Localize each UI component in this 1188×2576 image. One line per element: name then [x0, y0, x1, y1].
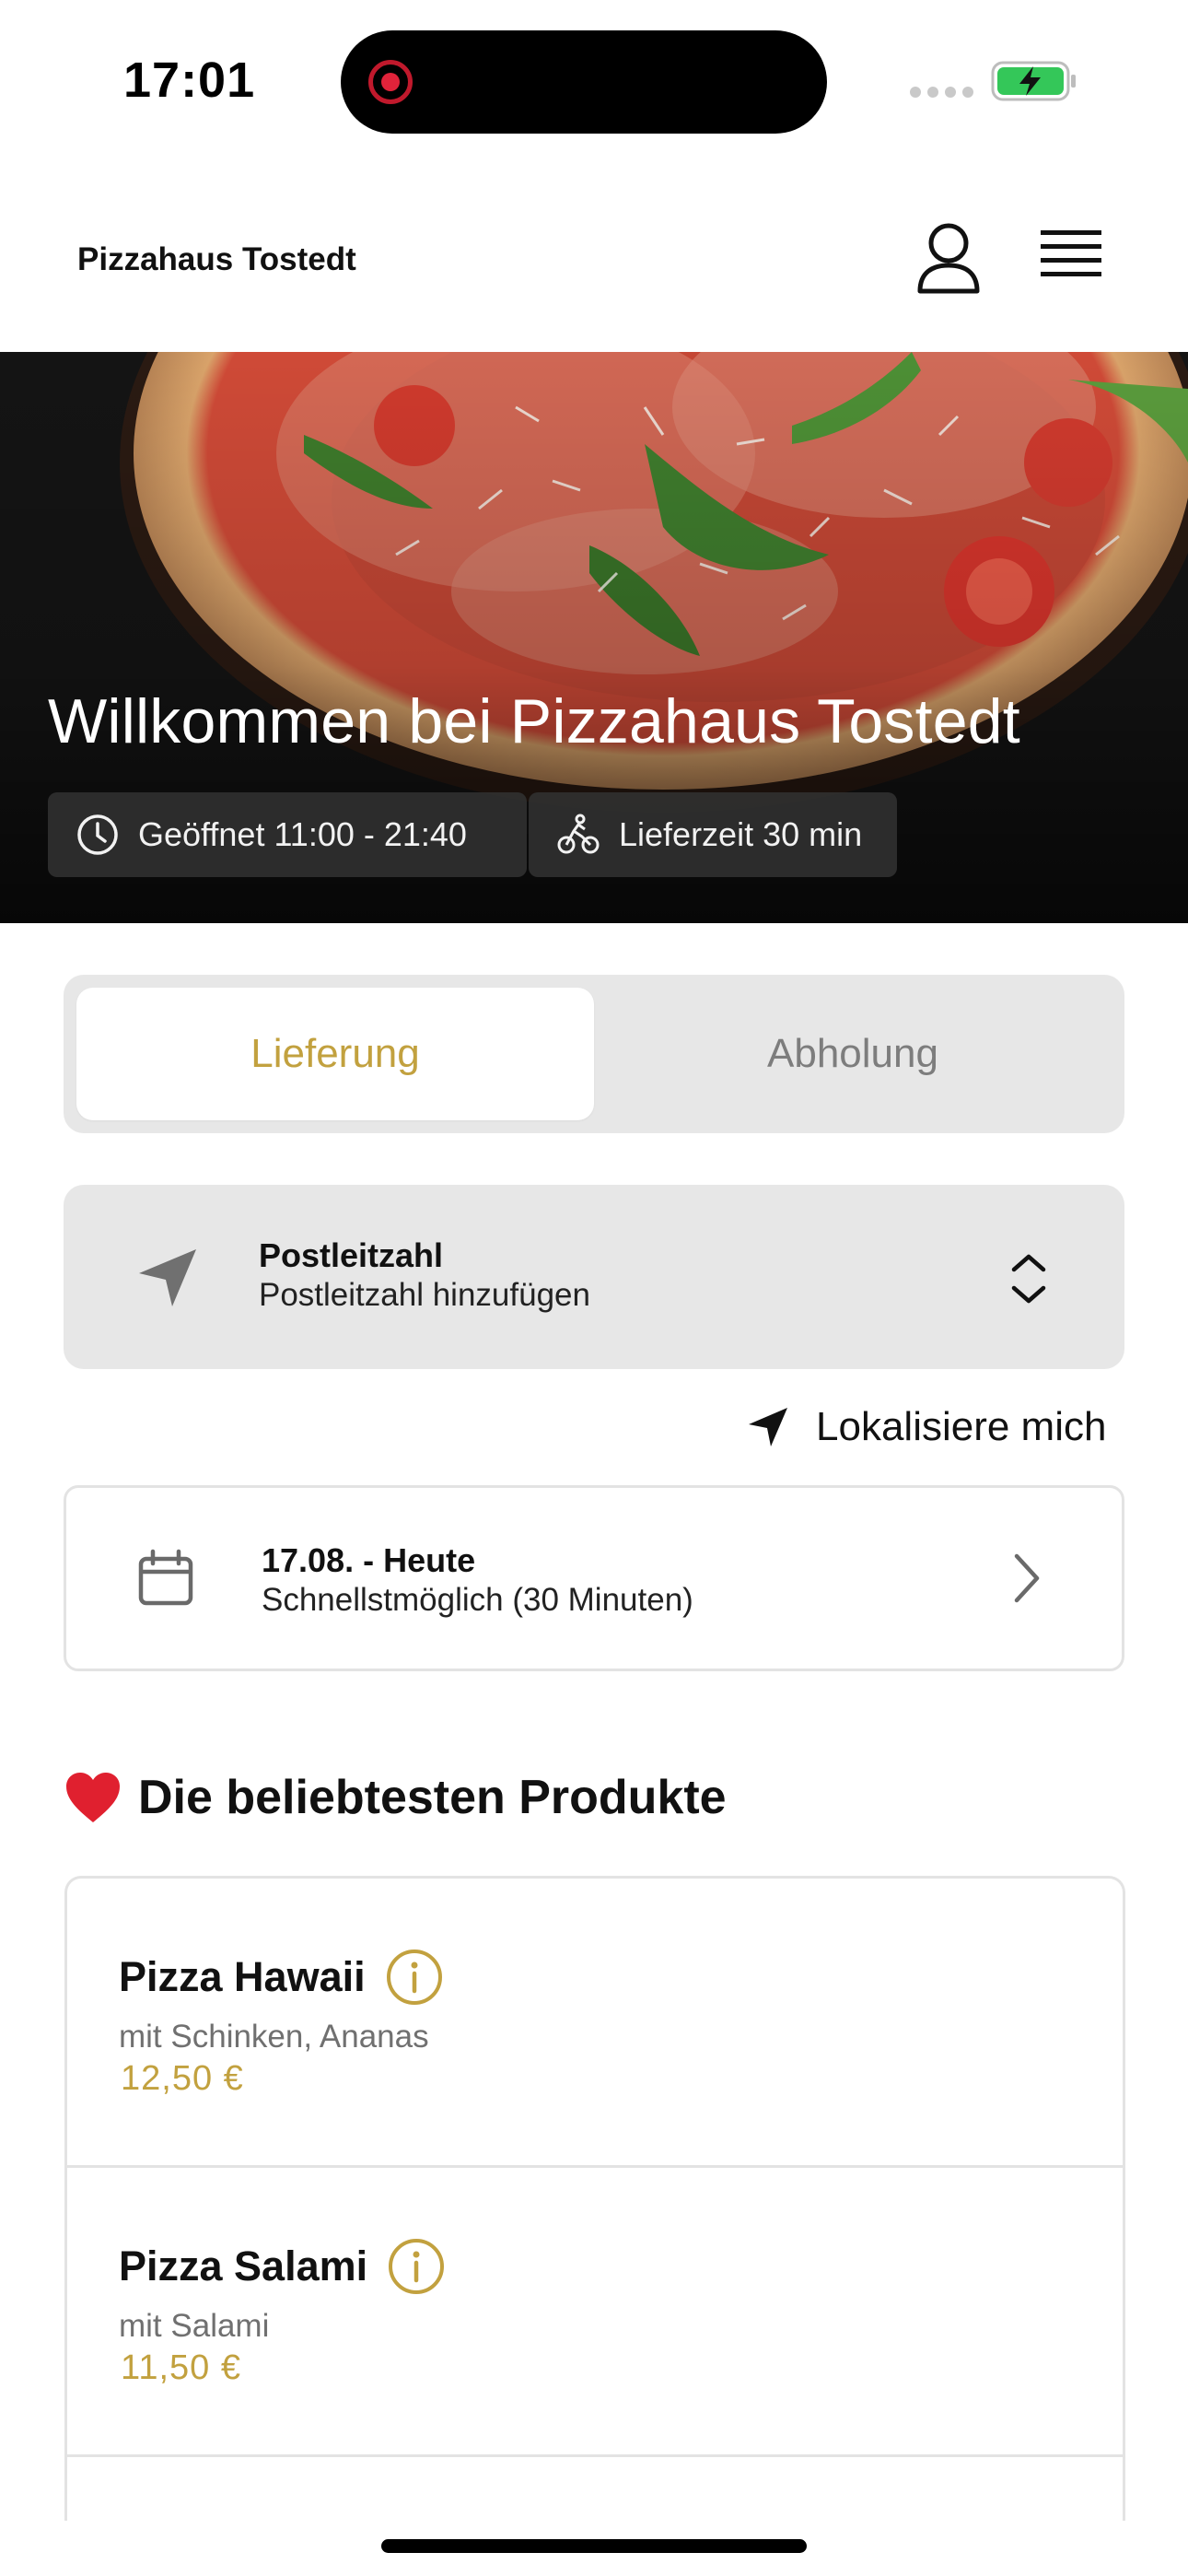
postcode-selector[interactable]: Postleitzahl Postleitzahl hinzufügen	[64, 1185, 1124, 1369]
product-card[interactable]: Pizza Salami mit Salami 11,50 €	[67, 2168, 1123, 2457]
product-name-row: Pizza Salami	[119, 2238, 445, 2295]
navigation-arrow-icon	[139, 1249, 196, 1306]
product-description: mit Schinken, Ananas	[119, 2019, 429, 2055]
location-arrow-icon	[749, 1408, 787, 1446]
user-icon[interactable]	[915, 221, 982, 295]
product-description: mit Salami	[119, 2308, 270, 2344]
product-card[interactable]: Pizza Hawaii mit Schinken, Ananas 12,50 …	[67, 1879, 1123, 2168]
pickup-tab[interactable]: Abholung	[594, 988, 1112, 1120]
product-name: Pizza Hawaii	[119, 1953, 366, 2000]
battery-charging-icon	[991, 61, 1076, 101]
status-time: 17:01	[123, 53, 256, 108]
product-price: 11,50 €	[121, 2348, 241, 2387]
chevron-up-down-icon	[1011, 1254, 1046, 1304]
locate-me-button[interactable]: Lokalisiere mich	[746, 1395, 1106, 1459]
date-title: 17.08. - Heute	[262, 1541, 476, 1579]
product-price: 12,50 €	[121, 2059, 244, 2098]
hero-title: Willkommen bei Pizzahaus Tostedt	[48, 686, 1020, 756]
home-indicator[interactable]	[381, 2539, 807, 2553]
postcode-label: Postleitzahl	[259, 1236, 444, 1274]
delivery-tab[interactable]: Lieferung	[76, 988, 594, 1120]
info-icon[interactable]	[388, 2238, 445, 2295]
dynamic-island	[341, 30, 827, 134]
delivery-date-selector[interactable]: 17.08. - Heute Schnellstmöglich (30 Minu…	[64, 1485, 1124, 1671]
order-mode-switch: Lieferung Abholung	[64, 975, 1124, 1133]
app-screen: 17:01 Pizzahaus Tostedt Willkommen bei P…	[0, 0, 1188, 2576]
product-name: Pizza Salami	[119, 2242, 368, 2289]
popular-products-list: Pizza Hawaii mit Schinken, Ananas 12,50 …	[64, 1876, 1125, 2521]
clock-icon	[77, 814, 118, 855]
chevron-right-icon	[1014, 1553, 1040, 1603]
postcode-placeholder: Postleitzahl hinzufügen	[259, 1277, 590, 1313]
info-icon[interactable]	[386, 1949, 443, 2006]
cellular-signal-icon	[910, 87, 974, 98]
delivery-time-chip: Lieferzeit 30 min	[529, 792, 897, 877]
hero-banner: Willkommen bei Pizzahaus Tostedt Geöffne…	[0, 352, 1188, 923]
delivery-time-text: Lieferzeit 30 min	[619, 815, 863, 853]
bicycle-icon	[557, 814, 600, 854]
opening-hours-text: Geöffnet 11:00 - 21:40	[138, 815, 467, 853]
heart-icon	[66, 1773, 120, 1822]
app-header: Pizzahaus Tostedt	[0, 175, 1188, 352]
popular-section-heading: Die beliebtesten Produkte	[64, 1765, 727, 1830]
date-subtitle: Schnellstmöglich (30 Minuten)	[262, 1582, 693, 1618]
status-bar: 17:01	[0, 0, 1188, 157]
brand-name[interactable]: Pizzahaus Tostedt	[77, 241, 356, 278]
popular-section-title: Die beliebtesten Produkte	[138, 1771, 727, 1824]
calendar-icon	[138, 1549, 193, 1606]
product-name-row: Pizza Hawaii	[119, 1949, 443, 2006]
recording-indicator-icon	[368, 60, 413, 104]
opening-hours-chip: Geöffnet 11:00 - 21:40	[48, 792, 527, 877]
menu-icon[interactable]	[1041, 228, 1101, 284]
locate-me-label: Lokalisiere mich	[816, 1404, 1107, 1449]
